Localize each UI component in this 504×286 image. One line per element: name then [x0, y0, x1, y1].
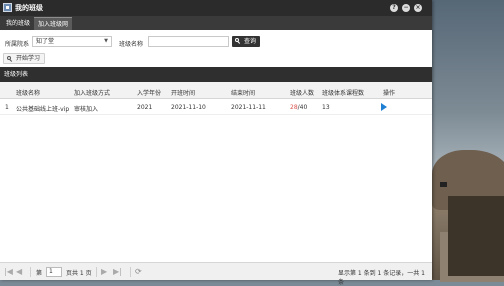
window-titlebar[interactable]: 我的班级 ? − × — [0, 0, 432, 16]
prev-page-icon[interactable]: ◀ — [16, 266, 22, 278]
record-summary: 显示第 1 条到 1 条记录，一共 1 条 — [338, 270, 425, 286]
row-index: 1 — [5, 104, 9, 111]
column-header[interactable]: 班级名称 — [16, 88, 40, 97]
column-header[interactable]: 结束时间 — [231, 88, 255, 97]
department-select[interactable]: 知了堂 ▼ — [32, 36, 112, 47]
class-name-input[interactable] — [148, 36, 229, 47]
class-window: 我的班级 ? − × 我的班级 加入班级网 所属院系 知了堂 ▼ 班级名称 查询… — [0, 0, 432, 286]
search-button-label: 查询 — [244, 38, 257, 45]
next-page-icon[interactable]: ▶ — [101, 266, 107, 278]
end-date-cell: 2021-11-11 — [231, 104, 266, 111]
minimize-button[interactable]: − — [402, 4, 410, 12]
start-study-button[interactable]: 开始学习 — [3, 53, 46, 64]
pagination-bar: |◀ ◀ 第 1 页共 1 页 ▶ ▶| ⟳ 显示第 1 条到 1 条记录，一共… — [0, 262, 432, 286]
divider — [96, 267, 97, 277]
last-page-icon[interactable]: ▶| — [113, 266, 122, 278]
table-header: 班级名称 加入班级方式 入学年份 开班时间 结束时间 班级人数 班级体系课程数 … — [0, 82, 432, 99]
current-count: 28 — [290, 104, 298, 111]
class-name-cell: 公共基础线上班-vip — [16, 106, 70, 113]
enroll-year-cell: 2021 — [137, 104, 153, 111]
search-icon — [7, 56, 13, 62]
table-row[interactable]: 1 公共基础线上班-vip 审核加入 2021 2021-11-10 2021-… — [0, 99, 432, 115]
column-header[interactable]: 班级人数 — [290, 88, 314, 97]
total-count: /40 — [297, 104, 308, 111]
help-button[interactable]: ? — [390, 4, 398, 12]
first-page-icon[interactable]: |◀ — [4, 266, 13, 278]
tab-bar: 我的班级 加入班级网 — [0, 16, 432, 30]
tab-my-class[interactable]: 我的班级 — [2, 17, 34, 30]
divider — [30, 267, 31, 277]
page-total: 页共 1 页 — [66, 270, 92, 277]
column-header[interactable]: 班级体系课程数 — [322, 88, 364, 97]
column-header[interactable]: 加入班级方式 — [74, 88, 110, 97]
play-icon[interactable] — [381, 103, 387, 111]
divider — [130, 267, 131, 277]
filter-bar: 所属院系 知了堂 ▼ 班级名称 查询 开始学习 — [0, 30, 432, 66]
department-label: 所属院系 — [5, 41, 30, 48]
tab-join-class[interactable]: 加入班级网 — [34, 17, 73, 30]
start-study-label: 开始学习 — [16, 55, 41, 62]
start-date-cell: 2021-11-10 — [171, 104, 206, 111]
page-prefix: 第 — [36, 270, 43, 277]
refresh-icon[interactable]: ⟳ — [135, 266, 142, 278]
close-button[interactable]: × — [414, 4, 422, 12]
column-header[interactable]: 操作 — [383, 88, 395, 97]
department-select-value: 知了堂 — [36, 38, 55, 45]
page-number-input[interactable]: 1 — [46, 267, 62, 277]
window-title: 我的班级 — [15, 4, 43, 12]
class-list-header: 班级列表 — [0, 67, 432, 82]
wallpaper-sign — [440, 182, 447, 187]
class-size-cell: 28/40 — [290, 104, 307, 111]
app-icon — [3, 3, 12, 12]
class-name-label: 班级名称 — [119, 41, 144, 48]
search-icon — [235, 38, 241, 44]
chevron-down-icon: ▼ — [104, 38, 108, 44]
search-button[interactable]: 查询 — [232, 36, 261, 47]
column-header[interactable]: 开班时间 — [171, 88, 195, 97]
column-header[interactable]: 入学年份 — [137, 88, 161, 97]
course-count-cell: 13 — [322, 104, 330, 111]
join-method-cell: 审核加入 — [74, 106, 99, 113]
wallpaper-rock — [448, 196, 504, 276]
